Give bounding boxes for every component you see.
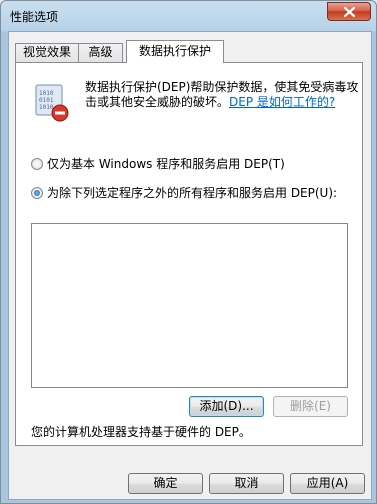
- dep-tab-panel: 1010 0101 1010 数据执行保护(DEP)帮助保护数据，使其免受病毒攻…: [15, 62, 363, 446]
- svg-text:1010: 1010: [39, 104, 54, 111]
- dep-shield-icon: 1010 0101 1010: [35, 84, 69, 122]
- svg-text:0101: 0101: [39, 97, 54, 104]
- window-title: 性能选项: [10, 10, 59, 24]
- apply-button[interactable]: 应用(A): [290, 473, 365, 494]
- add-button[interactable]: 添加(D)...: [189, 396, 264, 417]
- option-basic-label: 仅为基本 Windows 程序和服务启用 DEP(T): [47, 157, 285, 171]
- close-button[interactable]: [327, 2, 371, 21]
- radio-all-except[interactable]: [31, 186, 43, 199]
- close-icon: [343, 6, 355, 17]
- title-bar[interactable]: 性能选项: [1, 1, 376, 31]
- remove-button[interactable]: 删除(E): [273, 396, 348, 417]
- tab-visual-effects[interactable]: 视觉效果: [15, 43, 79, 62]
- option-basic-programs[interactable]: 仅为基本 Windows 程序和服务启用 DEP(T): [31, 155, 285, 172]
- excluded-programs-list[interactable]: [31, 223, 348, 388]
- performance-options-window: 性能选项 视觉效果 高级 数据执行保护 1010 0101 1010 数据执行保…: [0, 0, 377, 504]
- tab-data-execution-prevention[interactable]: 数据执行保护: [126, 40, 224, 63]
- dialog-client-area: 视觉效果 高级 数据执行保护 1010 0101 1010 数据执行保护(DEP…: [8, 31, 372, 500]
- option-all-except-selected[interactable]: 为除下列选定程序之外的所有程序和服务启用 DEP(U):: [31, 184, 337, 201]
- radio-basic[interactable]: [31, 157, 43, 170]
- svg-text:1010: 1010: [39, 90, 54, 97]
- ok-button[interactable]: 确定: [128, 473, 203, 494]
- dep-description: 数据执行保护(DEP)帮助保护数据，使其免受病毒攻击或其他安全威胁的破坏。DEP…: [85, 80, 359, 109]
- dep-help-link[interactable]: DEP 是如何工作的?: [229, 95, 335, 109]
- tab-advanced[interactable]: 高级: [78, 43, 123, 62]
- option-all-except-label: 为除下列选定程序之外的所有程序和服务启用 DEP(U):: [47, 186, 338, 200]
- hardware-dep-support-text: 您的计算机处理器支持基于硬件的 DEP。: [31, 425, 251, 439]
- cancel-button[interactable]: 取消: [209, 473, 284, 494]
